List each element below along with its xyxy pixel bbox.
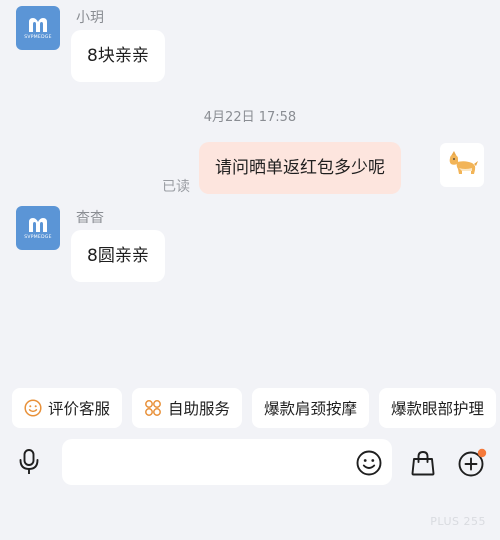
- chip-label: 自助服务: [168, 400, 231, 418]
- corgi-avatar-icon: [449, 151, 478, 174]
- chip-label: 评价客服: [48, 400, 111, 418]
- chip-label: 爆款肩颈按摩: [264, 400, 358, 418]
- microphone-icon: [19, 449, 39, 474]
- quick-reply-bar: 评价客服 自助服务 爆款肩颈按摩 爆款眼部护理: [12, 388, 497, 428]
- avatar-logo-text: SVPMEDGE: [24, 34, 52, 40]
- brand-logo-icon: [29, 17, 47, 32]
- brand-logo-icon: [29, 217, 47, 232]
- shopping-bag-icon: [411, 451, 435, 476]
- quick-reply-self-service[interactable]: 自助服务: [132, 388, 243, 428]
- message-input[interactable]: [62, 439, 392, 485]
- avatar-logo-text: SVPMEDGE: [24, 234, 52, 240]
- sender-name: 小玥: [76, 10, 104, 26]
- emoji-button[interactable]: [354, 448, 384, 478]
- message-timestamp: 4月22日 17:58: [203, 110, 297, 125]
- agent-avatar[interactable]: SVPMEDGE: [16, 6, 60, 50]
- agent-avatar[interactable]: SVPMEDGE: [16, 206, 60, 250]
- emoji-icon: [356, 450, 382, 476]
- outgoing-message-bubble[interactable]: 请问晒单返红包多少呢: [199, 142, 401, 194]
- voice-button[interactable]: [14, 446, 44, 478]
- chip-label: 爆款眼部护理: [391, 400, 485, 418]
- quick-reply-eye-care[interactable]: 爆款眼部护理: [379, 388, 497, 428]
- plus-circle-icon: [458, 448, 487, 477]
- quick-reply-rate-service[interactable]: 评价客服: [12, 388, 123, 428]
- order-bag-button[interactable]: [408, 448, 438, 478]
- notification-dot: [477, 448, 487, 458]
- incoming-message-bubble[interactable]: 8圆亲亲: [71, 230, 165, 282]
- quick-reply-neck-massage[interactable]: 爆款肩颈按摩: [252, 388, 370, 428]
- read-status: 已读: [162, 179, 190, 195]
- smiley-icon: [24, 399, 42, 417]
- grid-flower-icon: [145, 400, 161, 416]
- more-actions-button[interactable]: [455, 446, 489, 480]
- incoming-message-bubble[interactable]: 8块亲亲: [71, 30, 165, 82]
- watermark: PLUS 255: [430, 515, 486, 528]
- message-input-bar: [0, 436, 500, 492]
- user-avatar[interactable]: [440, 143, 484, 187]
- sender-name: 杳杳: [76, 210, 104, 226]
